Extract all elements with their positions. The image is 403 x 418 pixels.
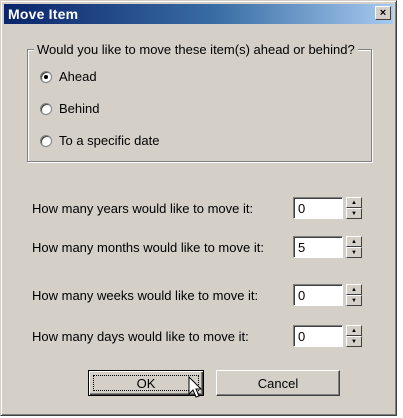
years-spin-up-button[interactable]: ▲: [346, 197, 362, 208]
radio-specific-date-indicator[interactable]: [40, 134, 52, 147]
days-input[interactable]: [293, 325, 343, 347]
months-spin-up-button[interactable]: ▲: [346, 236, 362, 247]
radio-behind-indicator[interactable]: [40, 102, 52, 115]
radio-behind[interactable]: Behind: [40, 101, 99, 116]
arrow-up-icon: ▲: [351, 238, 357, 245]
weeks-spin-down-button[interactable]: ▼: [346, 295, 362, 306]
weeks-spin-up-button[interactable]: ▲: [346, 284, 362, 295]
days-spin-down-button[interactable]: ▼: [346, 336, 362, 347]
radio-ahead-indicator[interactable]: [40, 70, 52, 83]
radio-specific-date-label: To a specific date: [59, 133, 160, 148]
mouse-pointer-icon: [188, 376, 203, 398]
direction-group-legend: Would you like to move these item(s) ahe…: [34, 42, 358, 57]
days-label: How many days would like to move it:: [32, 329, 249, 344]
radio-behind-label: Behind: [59, 101, 100, 116]
ok-button[interactable]: OK: [88, 370, 204, 396]
days-spinner[interactable]: ▲ ▼: [346, 325, 362, 347]
radio-ahead-label: Ahead: [59, 69, 97, 84]
weeks-label: How many weeks would like to move it:: [32, 288, 259, 303]
arrow-down-icon: ▼: [351, 249, 357, 256]
arrow-down-icon: ▼: [351, 210, 357, 217]
radio-ahead[interactable]: Ahead: [40, 69, 97, 84]
months-spin-down-button[interactable]: ▼: [346, 247, 362, 258]
months-spinner[interactable]: ▲ ▼: [346, 236, 362, 258]
arrow-up-icon: ▲: [351, 199, 357, 206]
years-spin-down-button[interactable]: ▼: [346, 208, 362, 219]
years-label: How many years would like to move it:: [32, 201, 254, 216]
months-input[interactable]: [293, 236, 343, 258]
arrow-up-icon: ▲: [351, 286, 357, 293]
months-label: How many months would like to move it:: [32, 240, 264, 255]
title-bar[interactable]: Move Item ×: [4, 4, 393, 24]
days-spin-up-button[interactable]: ▲: [346, 325, 362, 336]
window-title: Move Item: [8, 6, 79, 22]
radio-specific-date[interactable]: To a specific date: [40, 133, 159, 148]
years-input[interactable]: [293, 197, 343, 219]
focus-rectangle: [93, 375, 199, 391]
arrow-up-icon: ▲: [351, 327, 357, 334]
years-spinner[interactable]: ▲ ▼: [346, 197, 362, 219]
weeks-input[interactable]: [293, 284, 343, 306]
weeks-spinner[interactable]: ▲ ▼: [346, 284, 362, 306]
close-button[interactable]: ×: [375, 6, 391, 20]
arrow-down-icon: ▼: [351, 338, 357, 345]
arrow-down-icon: ▼: [351, 297, 357, 304]
cancel-button[interactable]: Cancel: [216, 370, 340, 396]
cancel-button-label: Cancel: [257, 375, 299, 391]
close-icon: ×: [379, 6, 387, 19]
